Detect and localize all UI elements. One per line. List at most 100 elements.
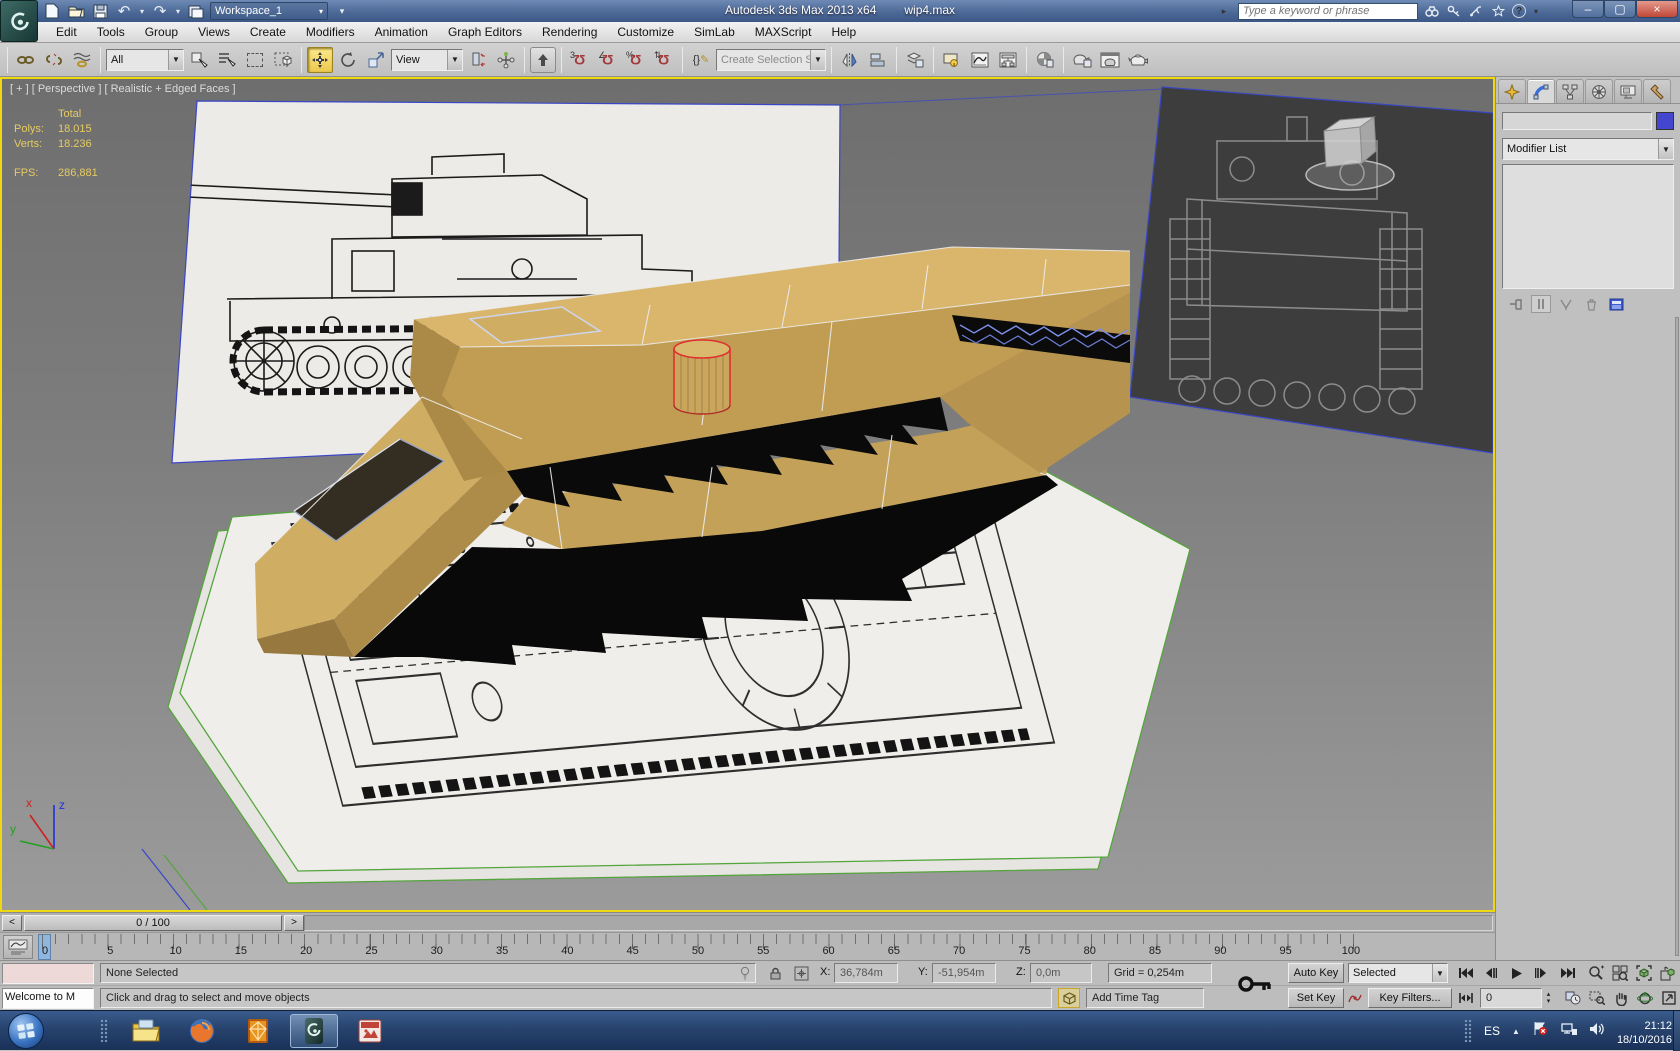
- pan-view-hand-icon[interactable]: [1610, 988, 1632, 1008]
- set-key-button[interactable]: Set Key: [1288, 988, 1344, 1008]
- tab-display[interactable]: [1614, 79, 1642, 103]
- restore-button[interactable]: ▢: [1604, 0, 1636, 18]
- bind-to-space-warp-icon[interactable]: [69, 47, 95, 73]
- reference-coordinate-system-dropdown[interactable]: View ▼: [391, 48, 463, 71]
- modifier-stack-list[interactable]: [1502, 164, 1674, 289]
- modifier-list-dropdown[interactable]: Modifier List ▼: [1502, 138, 1674, 160]
- named-selection-sets-dropdown[interactable]: Create Selection Se ▼: [716, 48, 826, 71]
- select-and-scale-icon[interactable]: [363, 47, 389, 73]
- auto-key-button[interactable]: Auto Key: [1288, 963, 1344, 983]
- favorites-star-icon[interactable]: [1490, 3, 1506, 19]
- menu-group[interactable]: Group: [135, 23, 188, 41]
- menu-customize[interactable]: Customize: [607, 23, 684, 41]
- communication-center-icon[interactable]: [1468, 3, 1484, 19]
- viewport-label[interactable]: [ + ] [ Perspective ] [ Realistic + Edge…: [10, 83, 236, 95]
- rendered-frame-window-icon[interactable]: [1097, 47, 1123, 73]
- select-and-manipulate-icon[interactable]: [493, 47, 519, 73]
- start-button[interactable]: [8, 1013, 44, 1049]
- open-mini-curve-editor-button[interactable]: [3, 935, 33, 959]
- menu-edit[interactable]: Edit: [46, 23, 87, 41]
- track-bar[interactable]: 0 5 10 15 20 25 30 35 40 45 50 55 60 65 70 75 80 85 90 95 10…: [0, 932, 1495, 960]
- help-flyout-arrow-icon[interactable]: ▾: [1532, 3, 1540, 19]
- mirror-icon[interactable]: [837, 47, 863, 73]
- time-configuration-button[interactable]: [1562, 988, 1584, 1008]
- menu-animation[interactable]: Animation: [365, 23, 438, 41]
- unlink-selection-icon[interactable]: [41, 47, 67, 73]
- snaps-toggle-3d-icon[interactable]: 3Ω: [567, 47, 593, 73]
- current-frame-field[interactable]: 0: [1480, 988, 1542, 1008]
- menu-maxscript[interactable]: MAXScript: [745, 23, 822, 41]
- field-of-view-region-icon[interactable]: [1586, 988, 1608, 1008]
- minimize-button[interactable]: –: [1572, 0, 1604, 18]
- make-unique-button[interactable]: [1556, 295, 1576, 313]
- go-to-start-button[interactable]: [1455, 963, 1477, 983]
- pin-stack-button[interactable]: [1506, 295, 1526, 313]
- time-slider-handle[interactable]: 0 / 100: [24, 914, 282, 931]
- maxscript-mini-listener[interactable]: Welcome to M: [2, 988, 94, 1009]
- schematic-view-icon[interactable]: [995, 47, 1021, 73]
- selection-lock-icon[interactable]: [764, 963, 786, 983]
- perspective-viewport[interactable]: [ + ] [ Perspective ] [ Realistic + Edge…: [0, 77, 1495, 912]
- taskbar-clock[interactable]: 21:12 18/10/2016: [1617, 1015, 1672, 1047]
- render-setup-icon[interactable]: [1069, 47, 1095, 73]
- language-indicator[interactable]: ES: [1484, 1024, 1500, 1038]
- show-hidden-icons-arrow[interactable]: ▲: [1512, 1027, 1520, 1036]
- render-production-icon[interactable]: [1125, 47, 1151, 73]
- tab-utilities[interactable]: [1643, 79, 1671, 103]
- toolbar-drag-handle[interactable]: [7, 46, 8, 73]
- select-by-name-icon[interactable]: [214, 47, 240, 73]
- tab-modify[interactable]: [1527, 79, 1555, 103]
- selected-cylinder[interactable]: [673, 339, 731, 415]
- previous-frame-button[interactable]: <: [2, 914, 22, 931]
- volume-speaker-icon[interactable]: [1589, 1022, 1605, 1041]
- align-icon[interactable]: [865, 47, 891, 73]
- spinner-up-icon[interactable]: ▴: [1547, 991, 1551, 998]
- taskbar-firefox-icon[interactable]: [178, 1014, 226, 1048]
- menu-help[interactable]: Help: [821, 23, 866, 41]
- select-and-link-icon[interactable]: [13, 47, 39, 73]
- select-and-move-button[interactable]: [307, 46, 333, 73]
- menu-tools[interactable]: Tools: [87, 23, 135, 41]
- angle-snap-toggle-icon[interactable]: ∠ Ω: [595, 47, 621, 73]
- help-button[interactable]: ?: [1512, 4, 1526, 18]
- set-keys-button[interactable]: [1235, 962, 1275, 1006]
- edit-named-selection-sets-icon[interactable]: {} ✎: [688, 47, 714, 73]
- orbit-view-icon[interactable]: [1634, 988, 1656, 1008]
- previous-frame-key-button[interactable]: [1480, 963, 1502, 983]
- percent-snap-toggle-icon[interactable]: % Ω: [623, 47, 649, 73]
- macro-recorder-box[interactable]: [2, 963, 94, 984]
- use-pivot-point-center-icon[interactable]: [465, 47, 491, 73]
- adaptive-degradation-icon[interactable]: [1058, 988, 1080, 1008]
- key-mode-toggle-button[interactable]: [1455, 988, 1477, 1008]
- zoom-icon[interactable]: [1585, 963, 1607, 983]
- next-frame-key-button[interactable]: [1530, 963, 1552, 983]
- configure-modifier-sets-button[interactable]: [1606, 295, 1626, 313]
- curve-editor-icon[interactable]: [967, 47, 993, 73]
- absolute-offset-mode-icon[interactable]: [790, 963, 812, 983]
- menu-create[interactable]: Create: [240, 23, 296, 41]
- action-center-flag-icon[interactable]: [1532, 1021, 1548, 1041]
- subscription-key-icon[interactable]: [1446, 3, 1462, 19]
- selection-filter-dropdown[interactable]: All ▼: [106, 48, 184, 71]
- search-binoculars-icon[interactable]: [1424, 3, 1440, 19]
- menu-views[interactable]: Views: [188, 23, 240, 41]
- tab-motion[interactable]: [1585, 79, 1613, 103]
- keyboard-shortcut-override-button[interactable]: [530, 46, 556, 73]
- new-key-default-in-out-tangents-icon[interactable]: [1346, 988, 1364, 1008]
- network-icon[interactable]: [1560, 1022, 1577, 1041]
- application-menu-button[interactable]: [0, 0, 38, 42]
- tab-create[interactable]: [1498, 79, 1526, 103]
- close-button[interactable]: ×: [1636, 0, 1678, 18]
- spinner-snap-toggle-icon[interactable]: ⇅ Ω: [651, 47, 677, 73]
- zoom-all-icon[interactable]: [1609, 963, 1631, 983]
- zoom-extents-all-icon[interactable]: [1657, 963, 1679, 983]
- viewport-canvas[interactable]: z x y: [2, 79, 1494, 911]
- x-coordinate-field[interactable]: 36,784m: [834, 963, 898, 983]
- y-coordinate-field[interactable]: -51,954m: [932, 963, 996, 983]
- rectangular-selection-region-icon[interactable]: [242, 47, 268, 73]
- selected-key-filter-dropdown[interactable]: Selected ▼: [1348, 963, 1448, 983]
- material-editor-icon[interactable]: [1032, 47, 1058, 73]
- add-time-tag-field[interactable]: Add Time Tag: [1086, 988, 1204, 1008]
- select-object-icon[interactable]: [186, 47, 212, 73]
- isolate-lightbulb-icon[interactable]: [740, 966, 750, 980]
